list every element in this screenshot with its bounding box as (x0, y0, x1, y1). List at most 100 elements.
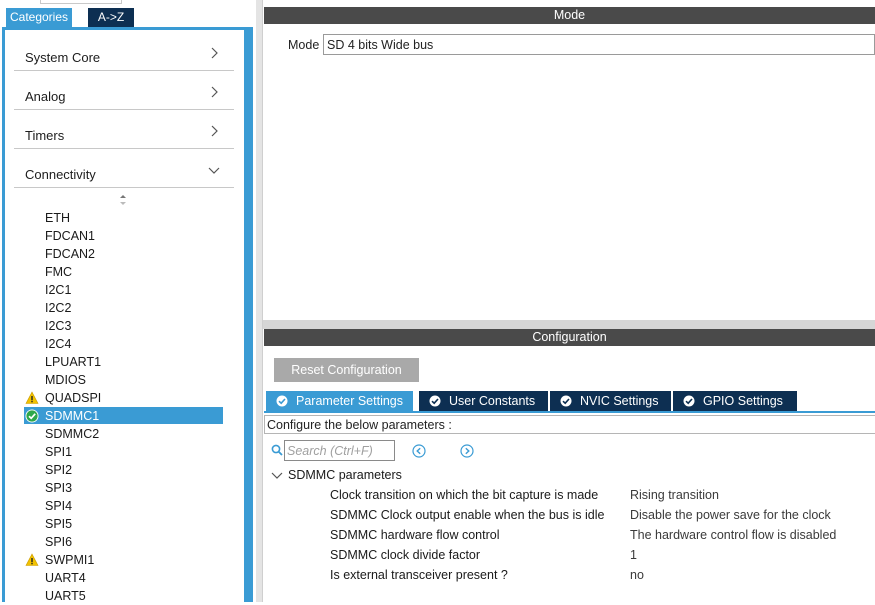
peripheral-item[interactable]: I2C4 (45, 335, 71, 353)
tab-user-constants[interactable]: User Constants (419, 391, 548, 411)
check-circle-icon (683, 395, 695, 407)
parameter-name: SDMMC clock divide factor (330, 548, 481, 562)
peripheral-item[interactable]: I2C3 (45, 317, 71, 335)
chevron-right-icon (211, 47, 218, 59)
peripheral-label: I2C2 (45, 301, 72, 315)
peripheral-label: LPUART1 (45, 355, 102, 369)
chevron-down-icon (208, 167, 220, 174)
peripheral-item[interactable]: SPI1 (45, 443, 72, 461)
peripheral-label: UART5 (45, 589, 86, 603)
reset-configuration-button[interactable]: Reset Configuration (274, 358, 419, 382)
peripheral-label: FDCAN2 (45, 247, 96, 261)
parameter-value[interactable]: The hardware control flow is disabled (630, 528, 836, 542)
parameter-name: Clock transition on which the bit captur… (330, 488, 599, 502)
chevron-down-icon[interactable] (271, 471, 283, 481)
warning-icon (25, 553, 39, 566)
mode-select[interactable]: SD 4 bits Wide bus (323, 34, 875, 55)
tab-categories[interactable]: Categories (6, 8, 72, 27)
peripheral-item[interactable]: ETH (45, 209, 70, 227)
peripheral-label: SPI3 (45, 481, 73, 495)
peripheral-item[interactable]: SDMMC1 (25, 407, 100, 425)
peripheral-label: UART4 (45, 571, 86, 585)
parameter-value[interactable]: no (630, 568, 644, 582)
parameter-value[interactable]: Rising transition (630, 488, 719, 502)
peripheral-label: SPI5 (45, 517, 73, 531)
tab-a-to-z[interactable]: A->Z (88, 8, 134, 27)
peripheral-label: SPI4 (45, 499, 73, 513)
peripheral-label: MDIOS (45, 373, 86, 387)
peripheral-label: I2C4 (45, 337, 72, 351)
peripheral-label: FMC (45, 265, 73, 279)
peripheral-item[interactable]: I2C1 (45, 281, 71, 299)
peripheral-item[interactable]: SPI6 (45, 533, 72, 551)
mode-section-header: Mode (264, 7, 875, 24)
tabs-underline (264, 411, 875, 413)
category-search-input[interactable] (40, 0, 122, 4)
peripheral-item[interactable]: SPI2 (45, 461, 72, 479)
peripheral-item[interactable]: FDCAN2 (45, 245, 95, 263)
peripheral-item[interactable]: UART4 (45, 569, 86, 587)
peripheral-label: SDMMC1 (45, 409, 100, 423)
peripheral-item[interactable]: SPI3 (45, 479, 72, 497)
peripheral-item[interactable]: SPI4 (45, 497, 72, 515)
category-label: System Core (25, 50, 101, 65)
category-label: Connectivity (25, 167, 96, 182)
sort-icon[interactable] (118, 194, 128, 206)
peripheral-label: QUADSPI (45, 391, 102, 405)
peripheral-item[interactable]: UART5 (45, 587, 86, 605)
peripheral-label: FDCAN1 (45, 229, 96, 243)
peripheral-item[interactable]: LPUART1 (45, 353, 101, 371)
check-circle-icon (429, 395, 441, 407)
tab-label: Parameter Settings (296, 394, 403, 408)
check-circle-icon (560, 395, 572, 407)
category-timers[interactable]: Timers (14, 114, 234, 149)
peripheral-item[interactable]: FMC (45, 263, 72, 281)
mode-label: Mode (288, 38, 320, 52)
parameter-name: Is external transceiver present ? (330, 568, 508, 582)
category-label: Analog (25, 89, 66, 104)
parameter-group-label[interactable]: SDMMC parameters (288, 468, 402, 482)
peripheral-label: SPI6 (45, 535, 73, 549)
categories-panel: Categories A->Z System Core Analog Timer… (0, 0, 256, 605)
peripheral-item[interactable]: QUADSPI (25, 389, 102, 407)
tab-parameter-settings[interactable]: Parameter Settings (266, 391, 413, 411)
check-circle-icon (25, 409, 39, 423)
peripheral-item[interactable]: FDCAN1 (45, 227, 95, 245)
categories-scrollbar[interactable] (244, 30, 253, 602)
tab-label: User Constants (449, 394, 536, 408)
tab-label: GPIO Settings (703, 394, 783, 408)
peripheral-item[interactable]: SDMMC2 (45, 425, 99, 443)
mode-select-value: SD 4 bits Wide bus (327, 38, 434, 52)
configuration-section-header: Configuration (264, 329, 875, 346)
peripheral-item[interactable]: SWPMI1 (25, 551, 95, 569)
peripheral-item[interactable]: I2C2 (45, 299, 71, 317)
peripheral-label: I2C3 (45, 319, 72, 333)
peripheral-item[interactable]: MDIOS (45, 371, 86, 389)
search-icon (271, 444, 283, 456)
peripheral-label: SWPMI1 (45, 553, 95, 567)
parameter-name: SDMMC Clock output enable when the bus i… (330, 508, 605, 522)
peripheral-label: SPI1 (45, 445, 73, 459)
peripheral-item[interactable]: SPI5 (45, 515, 72, 533)
parameter-value[interactable]: Disable the power save for the clock (630, 508, 831, 522)
category-label: Timers (25, 128, 65, 143)
configuration-description: Configure the below parameters : (264, 415, 875, 434)
peripheral-label: I2C1 (45, 283, 72, 297)
chevron-right-icon (211, 86, 218, 98)
tab-gpio-settings[interactable]: GPIO Settings (673, 391, 797, 411)
peripheral-label: SDMMC2 (45, 427, 100, 441)
peripheral-label: ETH (45, 211, 70, 225)
peripheral-label: SPI2 (45, 463, 73, 477)
section-divider[interactable] (263, 320, 875, 329)
parameter-name: SDMMC hardware flow control (330, 528, 500, 542)
parameter-search-input[interactable] (284, 440, 395, 461)
tab-label: NVIC Settings (580, 394, 659, 408)
tab-nvic-settings[interactable]: NVIC Settings (550, 391, 671, 411)
search-previous-icon[interactable] (412, 444, 426, 458)
parameter-value[interactable]: 1 (630, 548, 637, 562)
category-analog[interactable]: Analog (14, 75, 234, 110)
chevron-right-icon (211, 125, 218, 137)
category-system-core[interactable]: System Core (14, 36, 234, 71)
category-connectivity[interactable]: Connectivity (14, 153, 234, 188)
search-next-icon[interactable] (460, 444, 474, 458)
